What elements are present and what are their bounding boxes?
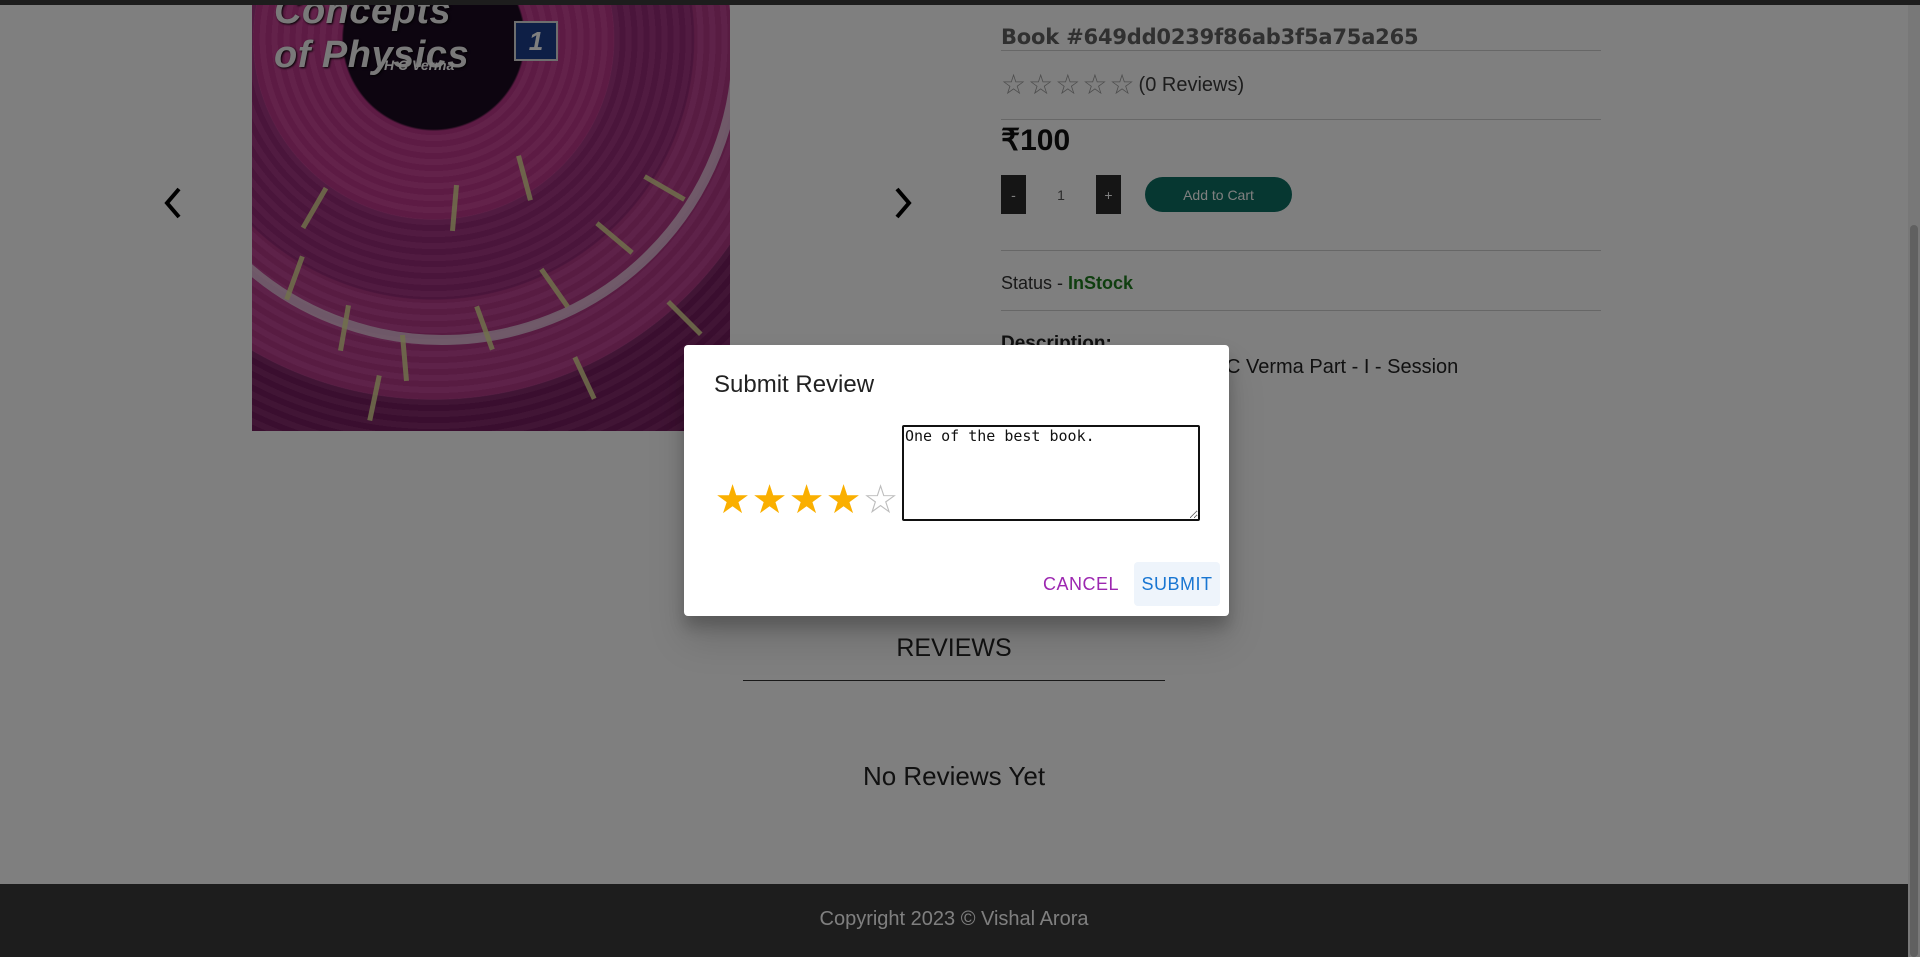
star-filled-icon[interactable]: ★	[714, 480, 751, 520]
submit-review-dialog: Submit Review ★ ★ ★ ★ ☆ One of the best …	[684, 345, 1229, 616]
rating-input: ★ ★ ★ ★ ☆	[714, 480, 899, 520]
star-outline-icon[interactable]: ☆	[862, 480, 899, 520]
submit-button[interactable]: SUBMIT	[1134, 562, 1220, 606]
star-filled-icon[interactable]: ★	[825, 480, 862, 520]
star-filled-icon[interactable]: ★	[751, 480, 788, 520]
star-filled-icon[interactable]: ★	[788, 480, 825, 520]
dialog-title: Submit Review	[714, 371, 875, 398]
cancel-button[interactable]: CANCEL	[1038, 562, 1124, 606]
review-comment-textarea[interactable]: One of the best book.	[902, 425, 1200, 521]
